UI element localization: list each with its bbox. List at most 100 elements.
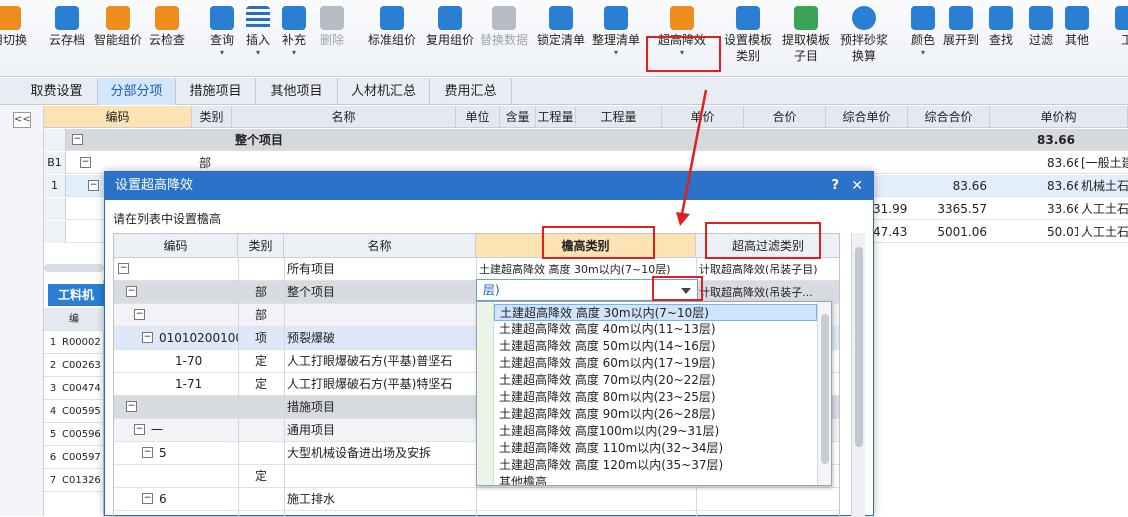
ribbon-button-9[interactable]: 复用组价	[424, 6, 476, 48]
dialog-header-2[interactable]: 名称	[284, 234, 476, 258]
table-row[interactable]: − 所有项目 土建超高降效 高度 30m以内(7~10层) 计取超高降效(吊装子目)	[114, 258, 839, 281]
dialog-header-1[interactable]: 类别	[238, 234, 284, 258]
ribbon-button-2[interactable]: 智能组价	[92, 6, 144, 48]
ribbon-label: 云检查	[148, 33, 185, 47]
tree-toggle-icon[interactable]: −	[134, 309, 145, 320]
grid-cell-v1	[870, 129, 910, 151]
grid-header-10[interactable]: 综合合价	[908, 106, 990, 128]
tree-toggle-icon[interactable]: −	[118, 263, 129, 274]
grid-header-3[interactable]: 单位	[456, 106, 500, 128]
lock-icon	[549, 6, 573, 30]
dropdown-option[interactable]: 土建超高降效 高度 90m以内(26~28层)	[494, 406, 817, 423]
tree-toggle-icon[interactable]: −	[142, 332, 153, 343]
list-item[interactable]: 2 C00263	[44, 354, 104, 377]
ribbon-button-20[interactable]: 过滤	[1026, 6, 1056, 48]
ribbon-button-8[interactable]: 标准组价	[366, 6, 418, 48]
table-row[interactable]: 整个项目 83.66 −	[44, 129, 1128, 151]
grid-cell-v5: 人工土石	[1081, 225, 1128, 239]
dropdown-option[interactable]: 土建超高降效 高度 40m以内(11~13层)	[494, 321, 817, 338]
dialog-header-0[interactable]: 编码	[114, 234, 238, 258]
help-icon[interactable]: ?	[831, 172, 839, 200]
horizontal-scrollbar[interactable]	[44, 264, 104, 272]
scroll-thumb[interactable]	[855, 247, 863, 447]
grid-header-9[interactable]: 综合单价	[826, 106, 908, 128]
dialog-cell-filter[interactable]	[696, 488, 839, 511]
dropdown-option[interactable]: 土建超高降效 高度 50m以内(14~16层)	[494, 338, 817, 355]
bottom-row-code: C00596	[62, 429, 101, 440]
ribbon-button-19[interactable]: 查找	[986, 6, 1016, 48]
ribbon-button-10: 替换数据	[478, 6, 530, 48]
grid-header-6[interactable]: 工程量	[576, 106, 662, 128]
grid-header-5[interactable]: 工程量表达式	[536, 106, 576, 146]
dropdown-option[interactable]: 其他檐高	[494, 474, 817, 485]
ribbon-button-17[interactable]: 颜色 ▾	[908, 6, 938, 58]
tab-0[interactable]: 取费设置	[16, 78, 98, 105]
tree-toggle-icon[interactable]: −	[134, 424, 145, 435]
chevron-down-icon[interactable]: ▾	[280, 48, 308, 58]
grid-header-11[interactable]: 单价构	[990, 106, 1128, 128]
list-item[interactable]: 5 C00596	[44, 423, 104, 446]
dropdown-option[interactable]: 土建超高降效 高度 110m以内(32~34层)	[494, 440, 817, 457]
tab-3[interactable]: 其他项目	[256, 78, 338, 105]
tree-toggle-icon[interactable]: −	[142, 493, 153, 504]
tab-5[interactable]: 费用汇总	[430, 78, 512, 105]
ribbon-button-18[interactable]: 展开到	[942, 6, 980, 48]
ribbon-button-22[interactable]: 工	[1112, 6, 1128, 48]
grid-header-1[interactable]: 类别	[192, 106, 232, 128]
close-icon[interactable]: ✕	[851, 172, 863, 200]
list-item[interactable]: 6 C00597	[44, 446, 104, 469]
ribbon-button-15[interactable]: 提取模板 子目	[780, 6, 832, 64]
ribbon-button-21[interactable]: 其他	[1062, 6, 1092, 48]
dropdown-option[interactable]: 土建超高降效 高度100m以内(29~31层)	[494, 423, 817, 440]
tree-toggle-icon[interactable]: −	[142, 447, 153, 458]
tree-toggle-icon[interactable]: −	[80, 157, 91, 168]
chevron-down-icon[interactable]: ▾	[590, 48, 642, 58]
tree-toggle-icon[interactable]: −	[126, 286, 137, 297]
ribbon-button-11[interactable]: 锁定清单	[536, 6, 586, 48]
ribbon-button-0[interactable]: 用切换	[0, 6, 36, 48]
ribbon-button-4[interactable]: 查询 ▾	[206, 6, 238, 58]
chevron-down-icon[interactable]: ▾	[244, 48, 272, 58]
chevron-down-icon[interactable]: ▾	[908, 48, 938, 58]
dropdown-option[interactable]: 土建超高降效 高度 30m以内(7~10层)	[494, 304, 817, 321]
eave-height-dropdown[interactable]: 土建超高降效 高度 30m以内(7~10层) 土建超高降效 高度 40m以内(11…	[476, 301, 832, 486]
list-item[interactable]: 1 R00002	[44, 331, 104, 354]
ribbon-button-5[interactable]: 插入 ▾	[244, 6, 272, 58]
tab-1[interactable]: 分部分项	[98, 78, 176, 105]
grid-cell-v1: 47.43	[873, 225, 908, 239]
ribbon-button-14[interactable]: 设置模板 类别	[722, 6, 774, 64]
tree-toggle-icon[interactable]: −	[72, 134, 83, 145]
dialog-vertical-scrollbar[interactable]	[851, 233, 865, 517]
dropdown-scroll-thumb[interactable]	[821, 314, 829, 464]
grid-header-2[interactable]: 名称	[232, 106, 456, 128]
tree-toggle-icon[interactable]: −	[126, 401, 137, 412]
ribbon-button-16[interactable]: 预拌砂浆 换算	[838, 6, 890, 64]
tree-toggle-icon[interactable]: −	[88, 180, 99, 191]
tab-2[interactable]: 措施项目	[176, 78, 256, 105]
dropdown-scrollbar[interactable]	[817, 302, 831, 485]
ribbon-button-1[interactable]: 云存档	[48, 6, 86, 48]
ribbon-button-3[interactable]: 云检查	[147, 6, 187, 48]
dialog-cell-filter[interactable]: 计取超高降效(吊装子目)	[696, 258, 839, 281]
grid-header-8[interactable]: 合价	[744, 106, 826, 128]
grid-cell-v4: 83.66	[1037, 133, 1075, 147]
table-row[interactable]: −6 施工排水	[114, 488, 839, 511]
collapse-icon[interactable]: <<	[13, 112, 31, 128]
list-item[interactable]: 7 C01326	[44, 469, 104, 492]
grid-header-7[interactable]: 单价	[662, 106, 744, 128]
dialog-cell-name: 预裂爆破	[287, 331, 336, 345]
list-item[interactable]: 4 C00595	[44, 400, 104, 423]
grid-header-4[interactable]: 含量	[500, 106, 536, 128]
dialog-cell-eave-height[interactable]	[476, 488, 696, 511]
tab-labor-material[interactable]: 工料机	[48, 284, 104, 306]
grid-header-0[interactable]: 编码	[44, 106, 192, 128]
dropdown-option[interactable]: 土建超高降效 高度 120m以内(35~37层)	[494, 457, 817, 474]
dropdown-option[interactable]: 土建超高降效 高度 60m以内(17~19层)	[494, 355, 817, 372]
list-item[interactable]: 3 C00474	[44, 377, 104, 400]
dropdown-option[interactable]: 土建超高降效 高度 70m以内(20~22层)	[494, 372, 817, 389]
tab-4[interactable]: 人材机汇总	[338, 78, 430, 105]
dropdown-option[interactable]: 土建超高降效 高度 80m以内(23~25层)	[494, 389, 817, 406]
chevron-down-icon[interactable]: ▾	[206, 48, 238, 58]
ribbon-button-6[interactable]: 补充 ▾	[280, 6, 308, 58]
ribbon-button-12[interactable]: 整理清单 ▾	[590, 6, 642, 58]
